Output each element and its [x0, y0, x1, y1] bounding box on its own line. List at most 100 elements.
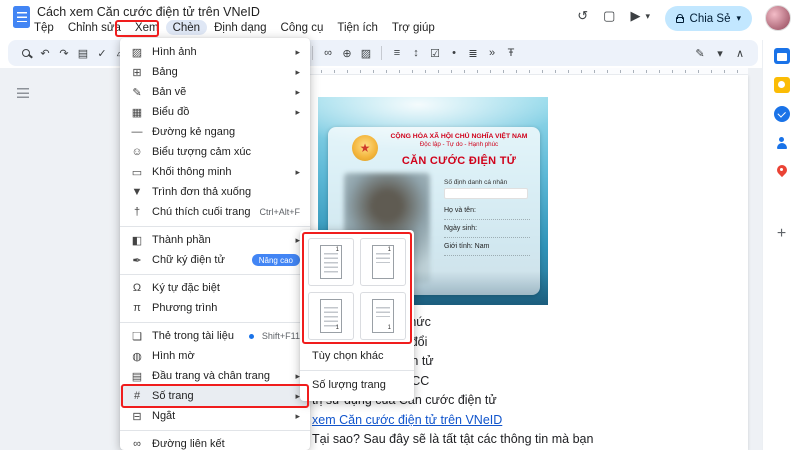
- menubar-item-edit[interactable]: Chỉnh sửa: [61, 20, 128, 35]
- user-avatar[interactable]: [765, 5, 791, 31]
- side-panel-maps-icon[interactable]: [774, 164, 790, 180]
- toolbar-print-button[interactable]: ▤: [75, 43, 91, 63]
- emoji-icon: ☺: [131, 146, 143, 158]
- side-panel-contacts-icon[interactable]: [774, 135, 790, 151]
- dropdown-icon: ▼: [131, 186, 143, 198]
- menubar-item-extensions[interactable]: Tiện ích: [330, 20, 384, 35]
- page-numbers-submenu: 1 1 1 1 Tùy chọn khác Số lượng trang: [300, 230, 414, 401]
- submenu-arrow-icon: ▸: [295, 410, 300, 421]
- insert-menu-item-image[interactable]: ▨ Hình ảnh ▸: [120, 42, 310, 62]
- card-header: CỘNG HÒA XÃ HỘI CHỦ NGHĨA VIỆT NAM Độc l…: [384, 133, 534, 167]
- document-outline-icon[interactable]: [17, 88, 29, 98]
- menubar-item-file[interactable]: Tệp: [27, 20, 61, 35]
- menu-item-label: Ngắt: [152, 410, 176, 422]
- document-text-line[interactable]: Tại sao? Sau đây sẽ là tất tật các thông…: [312, 430, 657, 450]
- page-numbers-more-options[interactable]: Tùy chọn khác: [300, 346, 414, 366]
- smart-chips-icon: ▭: [131, 166, 143, 179]
- page-number-option-header-from-second-page[interactable]: 1: [360, 238, 406, 286]
- side-panel: +: [762, 40, 800, 450]
- toolbar-bullet-list-button[interactable]: •: [446, 43, 462, 63]
- page-count-option[interactable]: Số lượng trang: [300, 375, 414, 395]
- insert-menu-item-drawing[interactable]: ✎ Bản vẽ ▸: [120, 82, 310, 102]
- insert-menu-item-table[interactable]: ⊞ Bảng ▸: [120, 62, 310, 82]
- esignature-icon: ✒: [132, 254, 142, 267]
- toolbar-indent-button[interactable]: »: [484, 43, 500, 63]
- submenu-arrow-icon: ▸: [295, 166, 300, 177]
- submenu-arrow-icon: ▸: [295, 66, 300, 77]
- text-link[interactable]: xem Căn cước điện tử trên VNeID: [312, 413, 502, 427]
- insert-menu-item-page-numbers[interactable]: # Số trang ▸: [120, 386, 310, 406]
- lock-icon: [675, 14, 684, 23]
- menu-item-label: Biểu đồ: [152, 106, 190, 118]
- document-title[interactable]: Cách xem Căn cước điện tử trên VNeID: [37, 5, 260, 19]
- menubar-item-tools[interactable]: Công cụ: [274, 20, 331, 35]
- insert-menu-item-esignature[interactable]: ✒ Chữ ký điện tử Nâng cao: [120, 250, 310, 270]
- video-call-chevron-icon[interactable]: ▾: [645, 8, 650, 24]
- text-segment: Tại sao? Sau đây sẽ là tất tật các thông…: [312, 432, 594, 446]
- toolbar-clear-formatting-button[interactable]: Ŧ: [503, 43, 519, 63]
- submenu-separator: [300, 370, 414, 371]
- insert-menu-item-equation[interactable]: π Phương trình: [120, 298, 310, 318]
- comments-icon[interactable]: ▢: [603, 8, 615, 24]
- toolbar-collapse-toolbar-button[interactable]: ∧: [732, 43, 748, 63]
- side-panel-calendar-icon[interactable]: [773, 48, 790, 64]
- menubar-item-view[interactable]: Xem: [128, 20, 166, 35]
- toolbar-editing-mode-button[interactable]: ✎: [692, 43, 708, 63]
- toolbar-insert-image-button[interactable]: ▨: [358, 43, 374, 63]
- toolbar-editing-mode-chevron-button[interactable]: ▾: [712, 43, 728, 63]
- insert-menu-item-building-blocks[interactable]: ◧ Thành phần ▸: [120, 230, 310, 250]
- insert-menu-item-headers-footers[interactable]: ▤ Đầu trang và chân trang ▸: [120, 366, 310, 386]
- card-field: Giới tính: Nam: [444, 243, 530, 256]
- chart-icon: ▦: [131, 106, 143, 119]
- menubar-item-insert[interactable]: Chèn: [165, 20, 208, 35]
- toolbar-insert-link-button[interactable]: ∞: [320, 43, 336, 63]
- insert-menu-item-special-characters[interactable]: Ω Ký tự đặc biệt: [120, 278, 310, 298]
- toolbar-checklist-button[interactable]: ☑: [427, 43, 443, 63]
- video-call-icon[interactable]: ▶: [630, 8, 640, 24]
- document-text-line[interactable]: xem Căn cước điện tử trên VNeID: [312, 411, 657, 431]
- special-characters-icon: Ω: [132, 282, 142, 294]
- toolbar-redo-button[interactable]: ↷: [56, 43, 72, 63]
- insert-menu-item-link[interactable]: ∞ Đường liên kết: [120, 434, 310, 450]
- insert-menu-item-horizontal-line[interactable]: — Đường kẻ ngang: [120, 122, 310, 142]
- share-chevron-icon[interactable]: ▾: [736, 13, 741, 24]
- share-button[interactable]: Chia Sẻ ▾: [664, 6, 752, 31]
- page-number-option-footer-from-second-page[interactable]: 1: [360, 292, 406, 340]
- insert-menu-item-smart-chips[interactable]: ▭ Khối thông minh ▸: [120, 162, 310, 182]
- toolbar-line-spacing-button[interactable]: ↕: [408, 43, 424, 63]
- page-number-options-grid: 1 1 1 1: [300, 236, 414, 346]
- insert-menu-item-document-tabs[interactable]: ❏ Thẻ trong tài liệu Shift+F11: [120, 326, 310, 346]
- version-history-icon[interactable]: ↺: [577, 8, 588, 24]
- toolbar-search-button[interactable]: [18, 43, 34, 63]
- page-number-option-footer-first-page[interactable]: 1: [308, 292, 354, 340]
- menubar-item-help[interactable]: Trợ giúp: [385, 20, 442, 35]
- insert-menu-item-footnote[interactable]: † Chú thích cuối trang Ctrl+Alt+F: [120, 202, 310, 222]
- header-actions: ↺ ▢ ▶ ▾: [577, 8, 650, 24]
- toolbar-numbered-list-button[interactable]: ≣: [465, 43, 481, 63]
- search-icon: [22, 49, 30, 57]
- toolbar-undo-button[interactable]: ↶: [37, 43, 53, 63]
- side-panel-tasks-icon[interactable]: [773, 106, 790, 122]
- page-number-mark: 1: [387, 247, 391, 253]
- menu-item-label: Thẻ trong tài liệu: [152, 330, 234, 342]
- insert-menu-item-watermark[interactable]: ◍ Hình mờ: [120, 346, 310, 366]
- toolbar-add-comment-button[interactable]: ⊕: [339, 43, 355, 63]
- get-addons-button[interactable]: +: [777, 226, 786, 242]
- page-thumbnail-lines: [376, 253, 390, 263]
- insert-menu-item-break[interactable]: ⊟ Ngắt ▸: [120, 406, 310, 426]
- premium-badge: Nâng cao: [251, 254, 300, 266]
- new-feature-dot: [248, 333, 254, 339]
- page-number-option-header-first-page[interactable]: 1: [308, 238, 354, 286]
- toolbar-align-button[interactable]: ≡: [389, 43, 405, 63]
- toolbar-divider: [381, 46, 382, 60]
- menubar-item-format[interactable]: Định dạng: [207, 20, 273, 35]
- menu-item-label: Thành phần: [152, 234, 211, 246]
- google-docs-window: Cách xem Căn cước điện tử trên VNeID Tệp…: [0, 0, 800, 450]
- insert-menu-item-chart[interactable]: ▦ Biểu đồ ▸: [120, 102, 310, 122]
- page-number-mark: 1: [335, 247, 339, 253]
- building-blocks-icon: ◧: [131, 234, 143, 247]
- insert-menu-item-dropdown[interactable]: ▼ Trình đơn thả xuống: [120, 182, 310, 202]
- insert-menu-item-emoji[interactable]: ☺ Biểu tượng cảm xúc: [120, 142, 310, 162]
- side-panel-keep-icon[interactable]: [773, 77, 790, 93]
- toolbar-spell-check-button[interactable]: ✓: [94, 43, 110, 63]
